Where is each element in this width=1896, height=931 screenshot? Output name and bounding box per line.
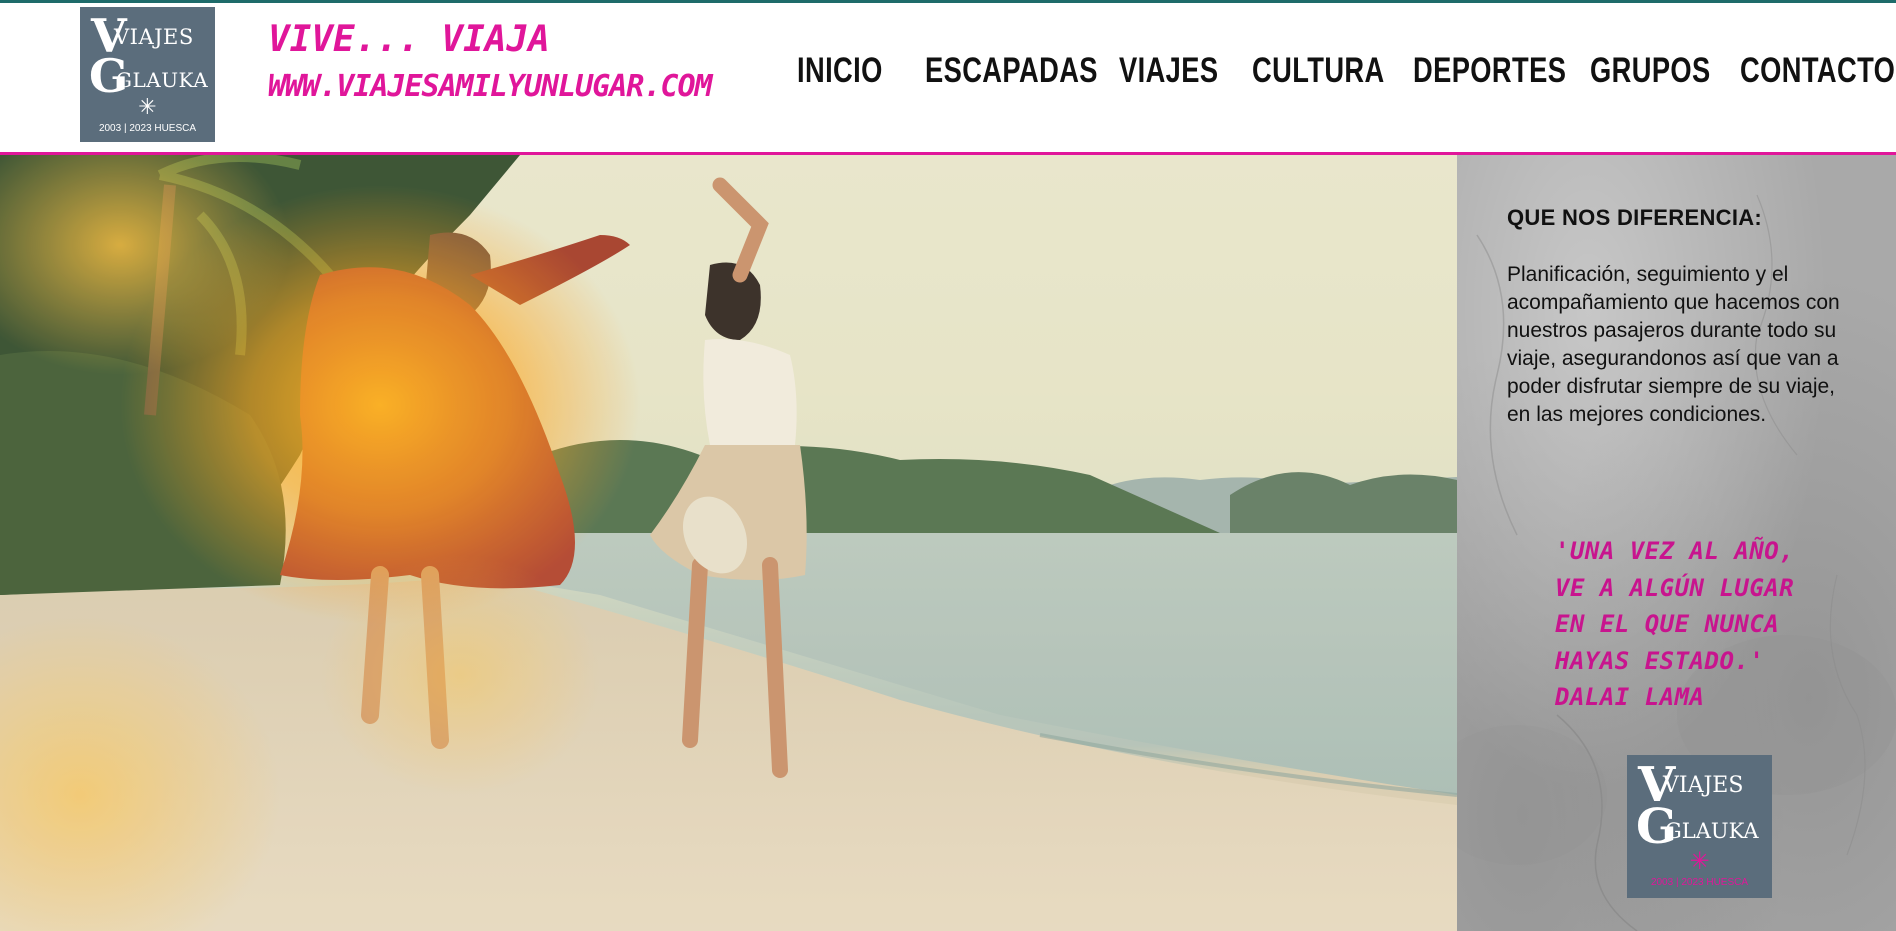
- nav-escapadas[interactable]: ESCAPADAS: [925, 51, 1098, 91]
- compass-star-icon: ✳: [1689, 847, 1710, 875]
- quote-line: VE A ALGÚN LUGAR: [1555, 573, 1795, 602]
- panel-logo: V VIAJES G GLAUKA ✳ 2003 | 2023 HUESCA: [1627, 755, 1772, 898]
- main-nav: INICIO ESCAPADAS VIAJES CULTURA DEPORTES…: [0, 3, 1896, 152]
- info-panel: QUE NOS DIFERENCIA: Planificación, segui…: [1457, 155, 1896, 931]
- nav-deportes[interactable]: DEPORTES: [1413, 51, 1566, 91]
- nav-viajes[interactable]: VIAJES: [1119, 51, 1218, 91]
- hero-image: [0, 155, 1457, 931]
- differentiator-text: Planificación, seguimiento y el acompaña…: [1507, 263, 1840, 426]
- quote-line: HAYAS ESTADO.': [1555, 646, 1765, 675]
- nav-grupos[interactable]: GRUPOS: [1590, 51, 1711, 91]
- nav-contacto[interactable]: CONTACTO: [1740, 51, 1895, 91]
- logo-footer-text: 2003 | 2023 HUESCA: [1650, 877, 1749, 888]
- nav-inicio[interactable]: INICIO: [797, 51, 883, 91]
- beach-dancing-photo: [0, 155, 1457, 931]
- logo-text-line2: GLAUKA: [1665, 819, 1759, 843]
- quote-author: DALAI LAMA: [1555, 683, 1705, 711]
- logo-text-line1: VIAJES: [1663, 773, 1744, 798]
- site-header: V VIAJES G GLAUKA ✳ 2003 | 2023 HUESCA V…: [0, 3, 1896, 152]
- quote-line: EN EL QUE NUNCA: [1555, 610, 1780, 638]
- nav-cultura[interactable]: CULTURA: [1252, 51, 1385, 91]
- quote-line: 'UNA VEZ AL AÑO,: [1555, 537, 1795, 565]
- dalai-lama-quote: 'UNA VEZ AL AÑO, VE A ALGÚN LUGAR EN EL …: [1555, 533, 1885, 716]
- differentiator-heading: QUE NOS DIFERENCIA:: [1507, 205, 1763, 230]
